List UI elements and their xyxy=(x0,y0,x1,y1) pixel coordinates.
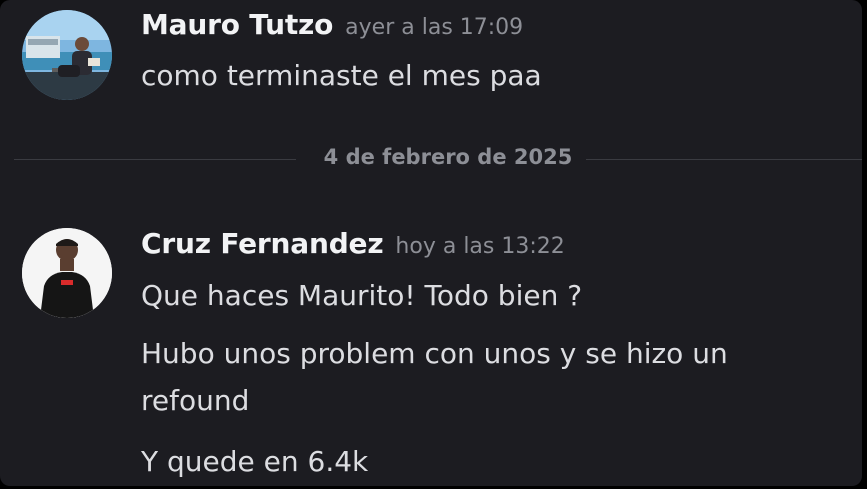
date-divider-label: 4 de febrero de 2025 xyxy=(323,145,573,169)
author-name[interactable]: Cruz Fernandez xyxy=(141,227,384,260)
author-name[interactable]: Mauro Tutzo xyxy=(141,8,333,41)
message-group-mauro[interactable]: Mauro Tutzo ayer a las 17:09 como termina… xyxy=(0,0,862,130)
message-text: refound xyxy=(141,384,250,417)
message-group-cruz[interactable]: Cruz Fernandez hoy a las 13:22 Que haces … xyxy=(0,220,862,486)
avatar-cruz-fernandez[interactable] xyxy=(22,228,112,318)
divider-line-right xyxy=(586,159,862,160)
message-text: Que haces Maurito! Todo bien ? xyxy=(141,279,583,312)
message-timestamp: hoy a las 13:22 xyxy=(395,234,565,259)
message-text: como terminaste el mes paa xyxy=(141,59,542,92)
divider-line-left xyxy=(14,159,296,160)
avatar-mauro-tutzo[interactable] xyxy=(22,10,112,100)
message-timestamp: ayer a las 17:09 xyxy=(345,15,524,40)
date-divider: 4 de febrero de 2025 xyxy=(14,142,862,178)
message-text: Y quede en 6.4k xyxy=(141,445,369,478)
message-text: Hubo unos problem con unos y se hizo un xyxy=(141,337,728,370)
chat-view: Mauro Tutzo ayer a las 17:09 como termina… xyxy=(0,0,862,486)
